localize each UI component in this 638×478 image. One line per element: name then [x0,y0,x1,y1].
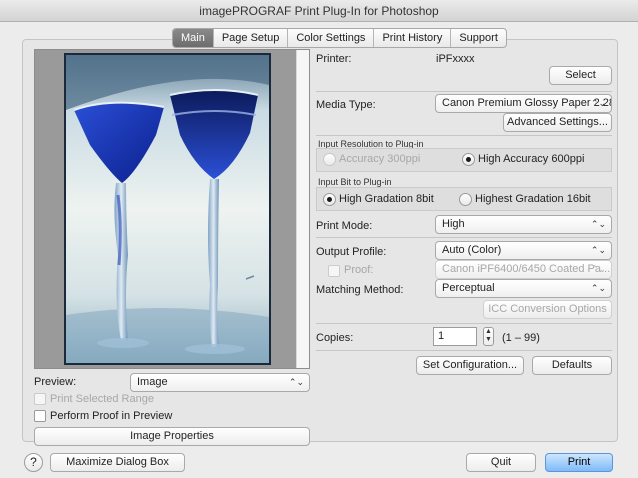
divider [316,323,612,324]
print-button[interactable]: Print [545,453,613,472]
popup-arrows-icon: ⌃⌄ [590,219,606,229]
popup-arrows-icon: ⌃⌄ [590,98,606,108]
copies-range: (1 – 99) [502,332,540,344]
matching-method-value: Perceptual [442,282,495,294]
proof-checkbox [328,265,340,277]
select-printer-button[interactable]: Select [549,66,612,85]
proof-value: Canon iPF6400/6450 Coated Pa... [442,263,611,275]
tab-page-setup[interactable]: Page Setup [212,29,288,47]
image-properties-button[interactable]: Image Properties [34,427,310,446]
media-type-label: Media Type: [316,99,376,111]
output-profile-label: Output Profile: [316,246,387,258]
matching-method-label: Matching Method: [316,284,404,296]
tab-print-history[interactable]: Print History [373,29,450,47]
set-configuration-button[interactable]: Set Configuration... [416,356,524,375]
defaults-button[interactable]: Defaults [532,356,612,375]
output-profile-value: Auto (Color) [442,244,502,256]
copies-stepper[interactable]: ▲ ▼ [483,327,494,346]
output-profile-popup[interactable]: Auto (Color) ⌃⌄ [435,241,612,260]
high-accuracy-600ppi-radio[interactable] [462,153,475,166]
proof-popup: Canon iPF6400/6450 Coated Pa... ⌃⌄ [435,260,612,279]
popup-arrows-icon: ⌃⌄ [590,264,606,274]
preview-label: Preview: [34,376,77,388]
high-gradation-8bit-label: High Gradation 8bit [339,193,434,205]
printer-label: Printer: [316,53,352,65]
accuracy-300ppi-label: Accuracy 300ppi [339,153,421,165]
preview-popup[interactable]: Image ⌃⌄ [130,373,310,392]
popup-arrows-icon: ⌃⌄ [590,245,606,255]
stepper-down-icon[interactable]: ▼ [485,336,492,343]
divider [316,237,612,238]
proof-label: Proof: [344,264,374,276]
divider [316,350,612,351]
media-type-value: Canon Premium Glossy Paper 2 280 [442,97,612,109]
high-accuracy-600ppi-label: High Accuracy 600ppi [478,153,585,165]
preview-scrollbar[interactable] [296,50,309,368]
tab-support[interactable]: Support [450,29,506,47]
printer-value: iPFxxxx [436,53,475,65]
perform-proof-label: Perform Proof in Preview [50,410,173,422]
icc-conversion-options-button: ICC Conversion Options [483,300,612,319]
matching-method-popup[interactable]: Perceptual ⌃⌄ [435,279,612,298]
accuracy-300ppi-radio [323,153,336,166]
copies-label: Copies: [316,332,354,344]
divider [316,91,612,92]
print-mode-popup[interactable]: High ⌃⌄ [435,215,612,234]
title-bar: imagePROGRAF Print Plug-In for Photoshop [0,0,638,22]
highest-gradation-16bit-label: Highest Gradation 16bit [475,193,591,205]
advanced-settings-button[interactable]: Advanced Settings... [503,113,612,132]
media-type-popup[interactable]: Canon Premium Glossy Paper 2 280 ⌃⌄ [435,94,612,113]
print-selected-range-label: Print Selected Range [50,393,154,405]
perform-proof-checkbox[interactable] [34,410,46,422]
stepper-up-icon[interactable]: ▲ [485,328,492,335]
preview-image [64,53,271,365]
print-mode-value: High [442,218,465,230]
input-bit-title: Input Bit to Plug-in [318,177,392,187]
divider [316,135,612,136]
print-selected-range-checkbox [34,393,46,405]
tab-color-settings[interactable]: Color Settings [287,29,373,47]
quit-button[interactable]: Quit [466,453,536,472]
help-button[interactable]: ? [24,453,43,472]
popup-arrows-icon: ⌃⌄ [288,377,304,387]
maximize-dialog-button[interactable]: Maximize Dialog Box [50,453,185,472]
highest-gradation-16bit-radio[interactable] [459,193,472,206]
copies-input[interactable]: 1 [433,327,477,346]
print-mode-label: Print Mode: [316,220,373,232]
tab-main[interactable]: Main [173,29,213,47]
high-gradation-8bit-radio[interactable] [323,193,336,206]
window-title: imagePROGRAF Print Plug-In for Photoshop [199,4,439,18]
tab-bar: Main Page Setup Color Settings Print His… [172,28,507,48]
glasses-image [66,55,269,363]
preview-value: Image [137,376,168,388]
popup-arrows-icon: ⌃⌄ [590,283,606,293]
